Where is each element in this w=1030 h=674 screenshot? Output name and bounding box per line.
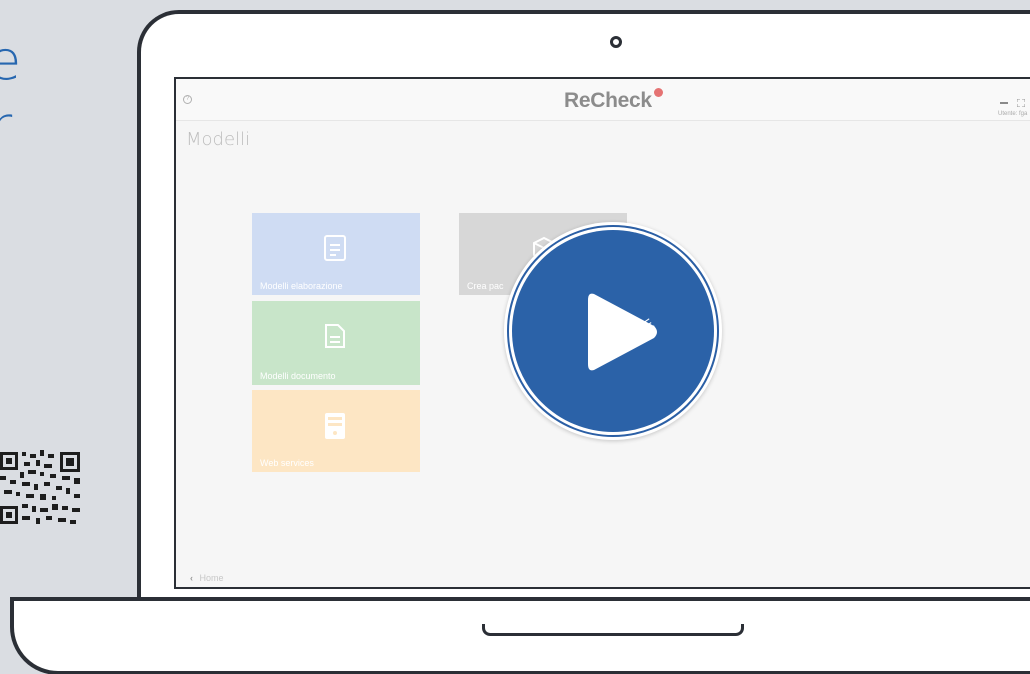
tile-modelli-documento[interactable]: Modelli documento (252, 301, 420, 385)
tile-label: Modelli elaborazione (260, 281, 343, 291)
document-icon (325, 324, 345, 348)
side-headline-line-2: r (0, 95, 13, 158)
chevron-left-icon: ‹ (190, 573, 193, 583)
tile-label: Modelli documento (260, 371, 336, 381)
tile-label: Web services (260, 458, 314, 468)
tile-label: Crea pac (467, 281, 504, 291)
logo-check-icon (653, 88, 663, 97)
window-controls (1000, 97, 1026, 108)
laptop-notch (482, 624, 744, 636)
app-logo-text: ReCheck (564, 89, 652, 112)
tile-modelli-elaborazione[interactable]: Modelli elaborazione (252, 213, 420, 295)
app-header: ? ReCheck Utente: fga (176, 79, 1030, 121)
back-label: Home (199, 573, 224, 583)
play-button[interactable]: PLAY ME (504, 222, 722, 440)
server-icon (325, 413, 345, 439)
tile-web-services[interactable]: Web services (252, 390, 420, 472)
page-title: Modelli (186, 129, 251, 150)
app-logo: ReCheck (564, 88, 663, 113)
side-headline-line-1: e (0, 29, 22, 92)
user-label[interactable]: Utente: fga (998, 111, 1027, 117)
document-list-icon (324, 235, 346, 261)
back-home-link[interactable]: ‹ Home (190, 573, 224, 583)
minimize-icon[interactable] (1000, 101, 1008, 104)
fullscreen-icon[interactable] (1016, 98, 1026, 108)
qr-code-icon (0, 446, 82, 528)
help-icon[interactable]: ? (183, 95, 192, 104)
camera-icon (610, 36, 622, 48)
